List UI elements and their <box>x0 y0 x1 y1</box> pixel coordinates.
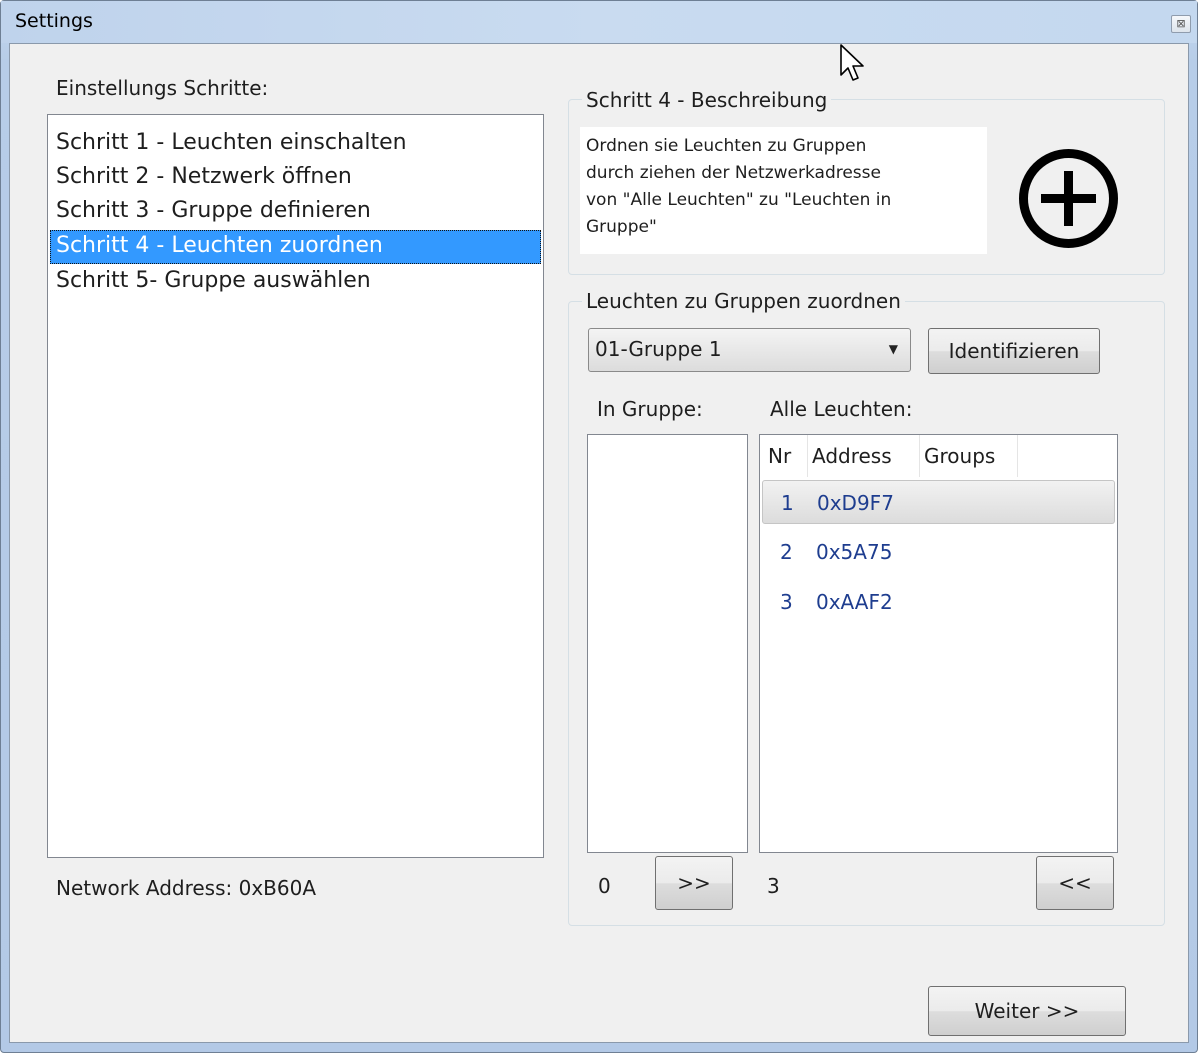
in-group-label: In Gruppe: <box>597 397 703 421</box>
column-header-address[interactable]: Address <box>808 435 920 477</box>
network-address-label: Network Address: 0xB60A <box>56 876 317 900</box>
close-button[interactable]: ⊠ <box>1171 15 1191 33</box>
description-title: Schritt 4 - Beschreibung <box>582 88 832 112</box>
mouse-cursor-icon <box>840 44 864 81</box>
all-lights-label: Alle Leuchten: <box>770 397 913 421</box>
add-to-group-button[interactable]: >> <box>655 856 733 910</box>
settings-window: Settings ⊠ Einstellungs Schritte: Schrit… <box>0 0 1198 1053</box>
title-bar[interactable]: Settings ⊠ <box>1 1 1197 43</box>
description-text: Ordnen sie Leuchten zu Gruppen durch zie… <box>580 127 987 254</box>
row-address: 0xD9F7 <box>817 491 894 515</box>
row-nr: 3 <box>780 590 793 614</box>
assign-title: Leuchten zu Gruppen zuordnen <box>582 289 905 313</box>
table-row[interactable]: 2 0x5A75 <box>762 530 1115 574</box>
step-item-5[interactable]: Schritt 5- Gruppe auswählen <box>50 265 541 299</box>
window-title: Settings <box>15 10 93 32</box>
description-line: Gruppe" <box>586 217 657 237</box>
row-nr: 2 <box>780 540 793 564</box>
remove-from-group-button[interactable]: << <box>1036 856 1114 910</box>
step-item-4[interactable]: Schritt 4 - Leuchten zuordnen <box>50 230 541 264</box>
chevron-down-icon: ▼ <box>888 342 898 356</box>
row-nr: 1 <box>781 491 794 515</box>
close-icon: ⊠ <box>1176 17 1186 30</box>
client-area: Einstellungs Schritte: Schritt 1 - Leuch… <box>9 43 1189 1043</box>
column-header-nr[interactable]: Nr <box>764 435 808 477</box>
description-line: durch ziehen der Netzwerkadresse <box>586 163 881 183</box>
table-row[interactable]: 1 0xD9F7 <box>762 480 1115 524</box>
in-group-list[interactable] <box>587 434 748 853</box>
description-line: Ordnen sie Leuchten zu Gruppen <box>586 136 867 156</box>
steps-list[interactable]: Schritt 1 - Leuchten einschalten Schritt… <box>47 114 544 858</box>
step-item-3[interactable]: Schritt 3 - Gruppe definieren <box>50 195 541 229</box>
column-header-groups[interactable]: Groups <box>920 435 1018 477</box>
row-address: 0xAAF2 <box>816 590 893 614</box>
in-group-count: 0 <box>598 874 611 898</box>
all-lights-count: 3 <box>767 874 780 898</box>
table-row[interactable]: 3 0xAAF2 <box>762 580 1115 624</box>
row-address: 0x5A75 <box>816 540 893 564</box>
group-select[interactable]: 01-Gruppe 1 ▼ <box>588 328 911 372</box>
all-lights-table[interactable]: Nr Address Groups 1 0xD9F7 2 0x5A75 3 0x… <box>759 434 1118 853</box>
step-item-1[interactable]: Schritt 1 - Leuchten einschalten <box>50 127 541 161</box>
steps-label: Einstellungs Schritte: <box>56 76 269 100</box>
identify-button[interactable]: Identifizieren <box>928 328 1100 374</box>
group-select-value: 01-Gruppe 1 <box>595 337 722 361</box>
plus-circle-icon[interactable] <box>1017 147 1120 250</box>
next-button[interactable]: Weiter >> <box>928 986 1126 1036</box>
description-line: von "Alle Leuchten" zu "Leuchten in <box>586 190 892 210</box>
step-item-2[interactable]: Schritt 2 - Netzwerk öffnen <box>50 161 541 195</box>
